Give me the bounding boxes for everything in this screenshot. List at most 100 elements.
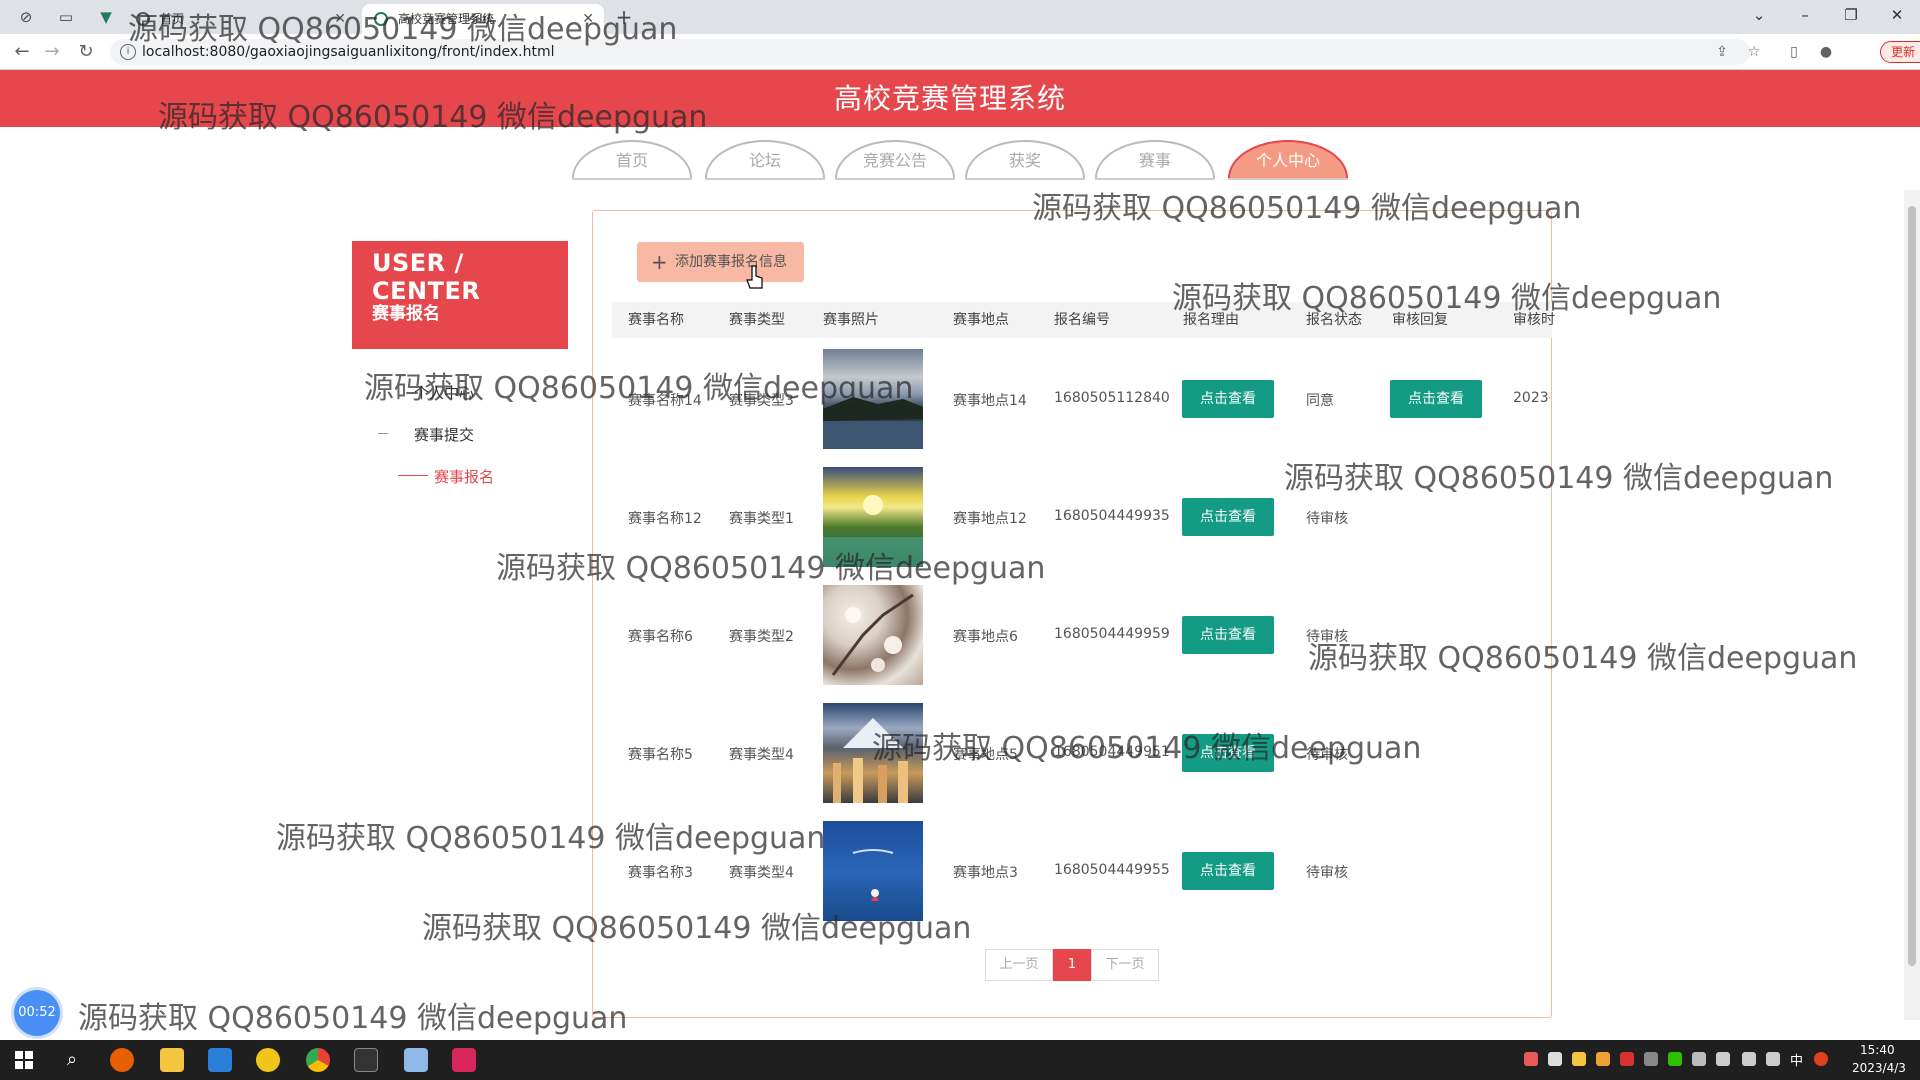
profile-icon[interactable]: ●: [1816, 42, 1836, 62]
nav-events[interactable]: 赛事: [1095, 140, 1215, 178]
view-reason-button[interactable]: 点击查看: [1182, 498, 1274, 536]
tab-strip-icon[interactable]: ▭: [56, 7, 76, 27]
cell-number: 1680504449935: [1054, 508, 1170, 524]
cell-name: 赛事名称3: [628, 865, 693, 881]
browser-tab-home[interactable]: 首页 ✕: [124, 4, 356, 34]
add-signup-button[interactable]: + 添加赛事报名信息: [637, 242, 804, 282]
browser-tab-active[interactable]: 高校竞赛管理系统 ✕: [362, 4, 604, 34]
prev-page-button[interactable]: 上一页: [985, 949, 1053, 981]
watermark: 源码获取 QQ86050149 微信deepguan: [78, 1001, 628, 1036]
page-1-button[interactable]: 1: [1053, 949, 1091, 981]
view-reason-button[interactable]: 点击查看: [1182, 734, 1274, 772]
new-tab-button[interactable]: +: [614, 7, 634, 27]
tray-icon[interactable]: [1620, 1052, 1634, 1066]
update-label: 更新: [1891, 45, 1916, 59]
scroll-thumb[interactable]: [1908, 206, 1916, 966]
nav-announcements[interactable]: 竞赛公告: [835, 140, 955, 178]
nav-home[interactable]: 首页: [572, 140, 692, 178]
tray-icon[interactable]: [1644, 1052, 1658, 1066]
tray-icon[interactable]: [1572, 1052, 1586, 1066]
tray-icon[interactable]: [1596, 1052, 1610, 1066]
wifi-icon[interactable]: [1742, 1052, 1756, 1066]
reload-icon[interactable]: ↻: [74, 40, 98, 64]
table-header: 赛事名称 赛事类型 赛事照片 赛事地点 报名编号 报名理由 报名状态 审核回复 …: [612, 302, 1555, 338]
sogou-icon[interactable]: [1814, 1052, 1828, 1066]
back-icon[interactable]: ←: [10, 40, 34, 64]
app-icon[interactable]: [256, 1048, 280, 1072]
firefox-icon[interactable]: [110, 1048, 134, 1072]
nav-awards[interactable]: 获奖: [965, 140, 1085, 178]
cell-type: 赛事类型1: [729, 511, 794, 527]
city-mountain-image: [833, 718, 908, 803]
terminal-icon[interactable]: [354, 1048, 378, 1072]
close-window-button[interactable]: ✕: [1874, 0, 1920, 30]
cell-name: 赛事名称6: [628, 629, 693, 645]
forward-icon[interactable]: →: [40, 40, 64, 64]
cell-location: 赛事地点14: [953, 393, 1027, 409]
minimize-button[interactable]: –: [1782, 0, 1828, 30]
windows-start-icon[interactable]: [12, 1048, 36, 1072]
sidebar-item-event-submit[interactable]: 赛事提交: [414, 424, 474, 445]
ocean-poster-image: [852, 849, 894, 901]
sidepanel-icon[interactable]: ▯: [1784, 42, 1804, 62]
vscode-icon[interactable]: [208, 1048, 232, 1072]
restore-button[interactable]: ❐: [1828, 0, 1874, 30]
notepad-icon[interactable]: [404, 1048, 428, 1072]
add-signup-label: 添加赛事报名信息: [675, 254, 787, 270]
cell-name: 赛事名称14: [628, 393, 702, 409]
url-text: localhost:8080/gaoxiaojingsaiguanlixiton…: [142, 44, 555, 60]
user-center-title: USER / CENTER: [372, 249, 481, 305]
view-reason-button[interactable]: 点击查看: [1182, 380, 1274, 418]
next-page-button[interactable]: 下一页: [1091, 949, 1159, 981]
update-button[interactable]: 更新 ⋮: [1880, 41, 1920, 63]
tray-icon[interactable]: [1548, 1052, 1562, 1066]
sidebar-item-event-signup[interactable]: 赛事报名: [434, 466, 494, 487]
nav-user-center[interactable]: 个人中心: [1228, 140, 1348, 178]
cell-status: 待审核: [1306, 629, 1348, 645]
event-photo: [823, 349, 923, 449]
intellij-icon[interactable]: [452, 1048, 476, 1072]
tray-icon[interactable]: [1692, 1052, 1706, 1066]
url-field[interactable]: i localhost:8080/gaoxiaojingsaiguanlixit…: [110, 39, 1750, 65]
sunset-lake-image: [823, 495, 923, 567]
view-reply-button[interactable]: 点击查看: [1390, 380, 1482, 418]
event-photo: [823, 821, 923, 921]
view-reason-button[interactable]: 点击查看: [1182, 852, 1274, 890]
file-explorer-icon[interactable]: [160, 1048, 184, 1072]
cell-number: 1680504449959: [1054, 626, 1170, 642]
browser-menu-icon[interactable]: ⊘: [16, 7, 36, 27]
cell-number: 1680504449951: [1054, 744, 1170, 760]
info-icon[interactable]: i: [120, 44, 136, 60]
sidebar-item-personal-center[interactable]: 个人中心: [414, 382, 474, 403]
star-icon[interactable]: ☆: [1744, 42, 1764, 62]
wechat-icon[interactable]: [1668, 1052, 1682, 1066]
search-icon[interactable]: ⌕: [60, 1048, 84, 1072]
clock-time[interactable]: 15:40: [1860, 1043, 1895, 1057]
tray-icon[interactable]: [1524, 1052, 1538, 1066]
close-tab-icon[interactable]: ✕: [334, 4, 346, 34]
chrome-icon[interactable]: [306, 1048, 330, 1072]
cell-status: 待审核: [1306, 511, 1348, 527]
col-number: 报名编号: [1054, 312, 1110, 328]
cell-review-time: 2023-0: [1513, 390, 1550, 406]
view-reason-button[interactable]: 点击查看: [1182, 616, 1274, 654]
page-scrollbar[interactable]: [1904, 190, 1920, 1020]
tab-search-icon[interactable]: ⌄: [1736, 0, 1782, 30]
cell-status: 待审核: [1306, 865, 1348, 881]
sidebar-active-dash: [398, 475, 428, 476]
close-tab-icon[interactable]: ✕: [582, 4, 594, 34]
volume-icon[interactable]: [1766, 1052, 1780, 1066]
clock-date[interactable]: 2023/4/3: [1852, 1061, 1906, 1075]
cell-type: 赛事类型2: [729, 629, 794, 645]
vue-icon[interactable]: ▼: [96, 7, 116, 27]
event-photo: [823, 703, 923, 803]
nav-forum[interactable]: 论坛: [705, 140, 825, 178]
cell-status: 同意: [1306, 393, 1334, 409]
ime-indicator[interactable]: 中: [1790, 1050, 1803, 1069]
share-icon[interactable]: ⇪: [1712, 42, 1732, 62]
col-review-time: 审核时: [1513, 312, 1555, 328]
cell-type: 赛事类型4: [729, 747, 794, 763]
globe-icon: [136, 12, 150, 26]
battery-icon[interactable]: [1716, 1052, 1730, 1066]
recording-timer[interactable]: 00:52: [14, 990, 60, 1036]
